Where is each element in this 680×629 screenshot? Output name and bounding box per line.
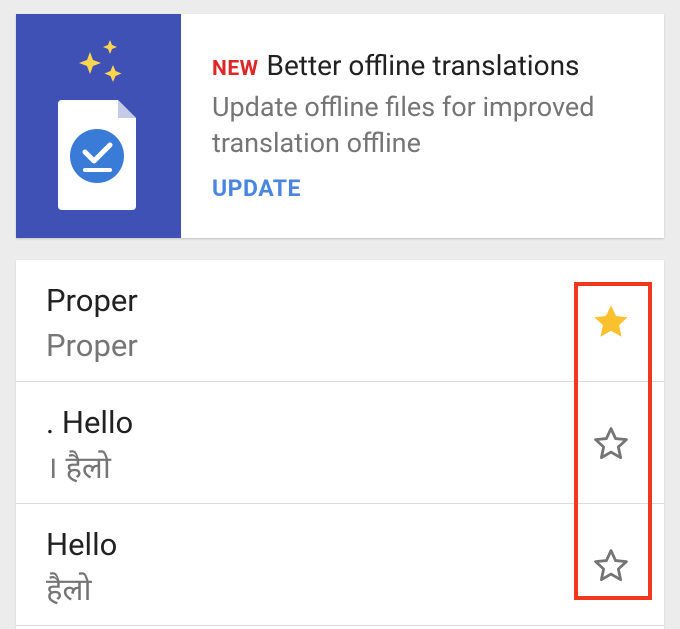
update-button[interactable]: UPDATE xyxy=(212,175,301,202)
translation-history-list: Proper Proper . Hello । हैलो Hello हैलो xyxy=(16,260,664,629)
offline-update-banner: NEW Better offline translations Update of… xyxy=(16,14,664,238)
translated-text: हैलो xyxy=(46,571,92,608)
sparkle-icon xyxy=(103,40,117,54)
banner-title-text: Better offline translations xyxy=(266,49,580,82)
banner-illustration xyxy=(16,14,181,238)
source-text: Proper xyxy=(46,282,138,319)
list-item[interactable]: . Hello । हैलो xyxy=(16,382,664,504)
sparkle-icon xyxy=(79,52,101,74)
translated-text: । हैलो xyxy=(46,449,111,486)
list-item[interactable]: Proper Proper xyxy=(16,260,664,382)
new-badge: NEW xyxy=(212,57,259,81)
source-text: . Hello xyxy=(46,404,134,441)
source-text: Hello xyxy=(46,526,118,563)
banner-description: Update offline files for improved transl… xyxy=(212,91,595,159)
banner-title: NEW Better offline translations xyxy=(212,48,642,87)
banner-text: NEW Better offline translations Update of… xyxy=(212,48,642,202)
offline-file-icon xyxy=(58,40,136,210)
list-item[interactable]: Hello हैलो xyxy=(16,504,664,626)
star-column-highlight xyxy=(574,282,652,600)
translated-text: Proper xyxy=(46,327,138,364)
sparkle-icon xyxy=(104,65,122,82)
